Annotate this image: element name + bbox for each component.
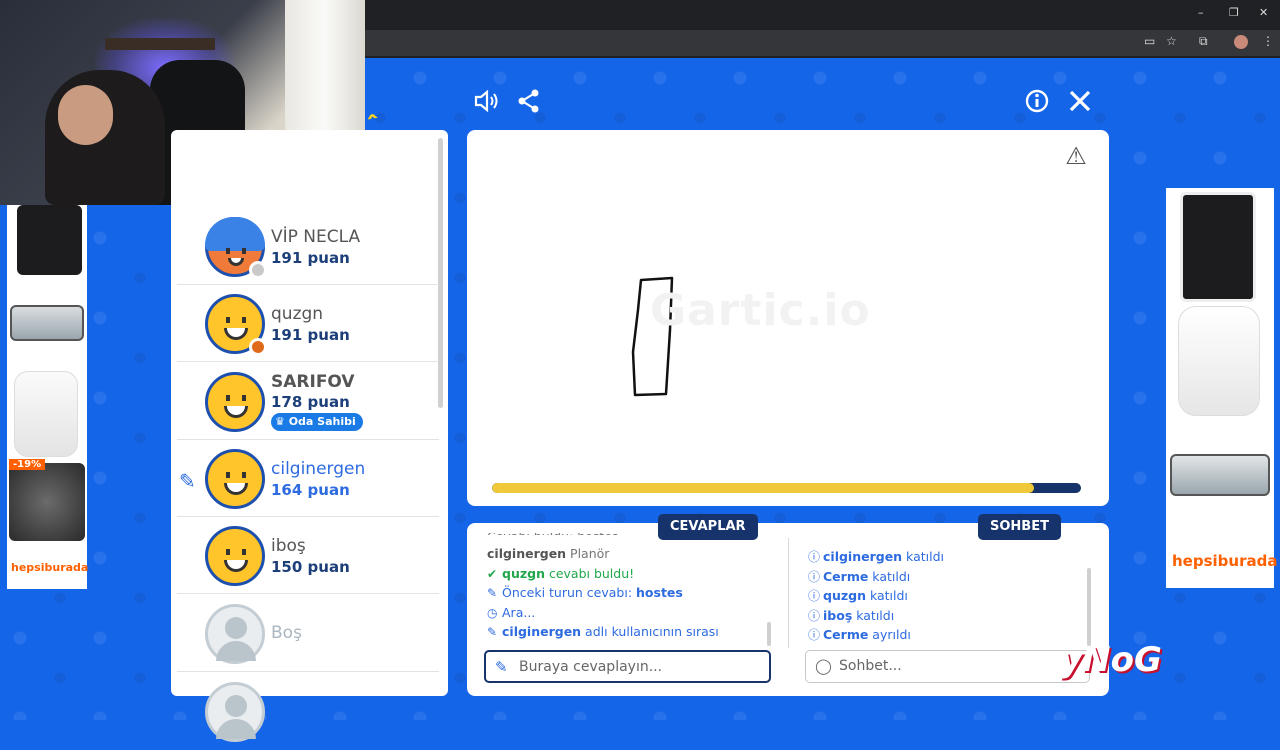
empty-avatar <box>205 682 265 742</box>
right-ad[interactable]: hepsiburada <box>1166 188 1278 588</box>
restore-button[interactable]: ❐ <box>1229 6 1239 19</box>
player-row[interactable]: iboş 150 puan <box>177 518 439 594</box>
player-row[interactable]: ✎ cilginergen 164 puan <box>177 441 439 517</box>
player-name: iboş <box>271 536 306 556</box>
info-circle-icon: ⓘ <box>808 628 821 643</box>
player-row-empty[interactable] <box>177 674 439 750</box>
address-bar-area[interactable] <box>365 30 1280 56</box>
canvas-watermark: Gartic.io <box>650 285 871 336</box>
streamer <box>45 70 165 205</box>
player-points: 164 puan <box>271 481 350 499</box>
round-progress-bar <box>492 483 1081 493</box>
pencil-icon: ✎ <box>487 625 498 640</box>
player-points: 191 puan <box>271 326 350 344</box>
list-item: ✎ Önceki turun cevabı: hostes <box>487 585 683 601</box>
player-row[interactable]: quzgn 191 puan <box>177 286 439 362</box>
avatar <box>205 449 265 509</box>
list-item: ⓘ quzgn katıldı <box>808 588 908 604</box>
chat-placeholder: Sohbet... <box>839 658 902 674</box>
store-logo: hepsiburada <box>11 561 89 574</box>
close-icon[interactable] <box>1067 88 1093 114</box>
player-points: 191 puan <box>271 249 350 267</box>
left-ad[interactable]: hepsiburada <box>7 205 89 589</box>
list-item: Cevabı buldu: hostes <box>487 533 770 535</box>
star-icon[interactable]: ☆ <box>1166 34 1177 48</box>
progress-fill <box>492 483 1034 493</box>
game-logo: ꞈ <box>362 85 379 122</box>
answers-scrollbar[interactable] <box>767 622 771 646</box>
gpu-image <box>17 205 82 275</box>
list-item: ✔ quzgn cevabı buldu! <box>487 565 635 581</box>
info-circle-icon: ⓘ <box>808 608 821 623</box>
chat-log: ⓘ cilginergen katıldı ⓘ Cerme katıldı ⓘ quz… <box>808 533 1088 649</box>
avatar <box>205 526 265 586</box>
player-name: Boş <box>271 623 302 643</box>
answer-input[interactable]: ✎ Buraya cevaplayın... <box>484 650 771 683</box>
sound-icon[interactable] <box>473 88 499 114</box>
status-dot <box>249 261 267 279</box>
keyboard-image <box>10 305 84 341</box>
list-item: ⓘ cilginergen katıldı <box>808 549 944 564</box>
streamer-brand-overlay: yNoG <box>1060 640 1162 680</box>
avatar <box>205 372 265 432</box>
list-item: ✎ cilginergen adlı kullanıcının sırası <box>487 624 719 640</box>
pencil-icon: ✎ <box>495 658 508 676</box>
room-owner-badge: ♛ Oda Sahibi <box>271 413 363 431</box>
report-warning-icon[interactable]: ⚠ <box>1062 143 1090 169</box>
share-icon[interactable] <box>516 88 542 114</box>
list-item: ⓘ Cerme ayrıldı <box>808 627 911 643</box>
list-item: ⓘ Cerme katıldı <box>808 568 911 584</box>
player-name: VİP NECLA <box>271 227 361 247</box>
player-name: SARIFOV <box>271 372 355 392</box>
player-row[interactable]: VİP NECLA 191 puan <box>177 209 439 285</box>
player-points: 150 puan <box>271 558 350 576</box>
pencil-icon: ✎ <box>487 586 498 601</box>
chat-bubble-icon: ◯ <box>815 657 832 675</box>
close-window-button[interactable]: ✕ <box>1259 6 1268 19</box>
player-row-empty[interactable]: Boş <box>177 596 439 672</box>
store-logo: hepsiburada <box>1172 552 1278 570</box>
gpu-box-image <box>1180 192 1256 302</box>
info-circle-icon: ⓘ <box>808 550 821 564</box>
info-circle-icon: ⓘ <box>808 569 821 584</box>
list-item: ⓘ iboş katıldı <box>808 607 895 623</box>
earbuds-image <box>9 463 85 541</box>
check-icon: ✔ <box>487 566 498 581</box>
pencil-icon: ✎ <box>179 469 196 493</box>
earbuds-case-image <box>1178 306 1260 416</box>
cast-icon[interactable]: ▭ <box>1144 34 1155 48</box>
chat-input[interactable]: ◯ Sohbet... <box>805 650 1090 683</box>
list-item: cilginergen Planör <box>487 546 610 561</box>
keyboard-image <box>1170 454 1270 496</box>
shelf <box>105 38 215 50</box>
info-circle-icon: ⓘ <box>808 589 821 604</box>
player-row[interactable]: SARIFOV 178 puan ♛ Oda Sahibi <box>177 364 439 440</box>
answers-log: Cevabı buldu: hostes cilginergen Planör … <box>487 533 770 649</box>
chat-scrollbar[interactable] <box>1087 568 1091 646</box>
profile-avatar[interactable] <box>1234 35 1248 49</box>
streamer-face <box>58 85 113 145</box>
info-icon[interactable] <box>1024 88 1050 114</box>
divider <box>788 538 789 648</box>
player-name: cilginergen <box>271 459 366 479</box>
player-name: quzgn <box>271 304 324 324</box>
minimize-button[interactable]: – <box>1198 6 1204 19</box>
crown-icon: ♛ <box>275 415 289 428</box>
player-points: 178 puan <box>271 393 350 411</box>
menu-icon[interactable]: ⋮ <box>1262 34 1274 48</box>
status-dot <box>249 338 267 356</box>
answer-placeholder: Buraya cevaplayın... <box>519 659 663 675</box>
list-item: ◷ Ara... <box>487 604 536 620</box>
empty-avatar <box>205 604 265 664</box>
earbuds-case-image <box>14 371 78 457</box>
discount-badge: -19% <box>9 459 46 470</box>
curtain <box>285 0 365 140</box>
clock-icon: ◷ <box>487 605 498 620</box>
extensions-icon[interactable]: ⧉ <box>1199 34 1208 49</box>
